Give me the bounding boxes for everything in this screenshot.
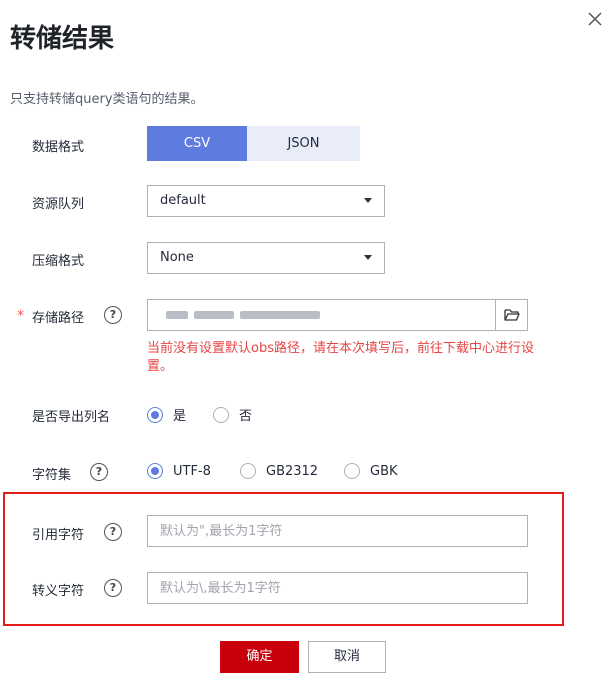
charset-utf8-label: UTF-8 xyxy=(173,463,211,479)
dialog-title: 转储结果 xyxy=(10,24,115,54)
quote-char-label: 引用字符 xyxy=(32,528,85,543)
escape-char-label: 转义字符 xyxy=(32,584,85,599)
radio-circle xyxy=(147,406,163,423)
charset-gbk-label: GBK xyxy=(370,463,398,479)
queue-select-value: default xyxy=(160,193,206,208)
quote-char-input[interactable] xyxy=(147,515,528,547)
path-redacted-segment xyxy=(166,311,188,319)
queue-label: 资源队列 xyxy=(32,197,85,212)
dropdown-arrow-icon xyxy=(364,255,372,260)
compression-select-value: None xyxy=(160,250,194,265)
escape-char-input[interactable] xyxy=(147,572,528,604)
radio-circle xyxy=(147,463,163,479)
close-icon[interactable] xyxy=(588,12,610,34)
export-no-label: 否 xyxy=(239,409,253,424)
confirm-button[interactable]: 确定 xyxy=(220,641,299,673)
help-icon[interactable]: ? xyxy=(104,523,122,541)
charset-label: 字符集 xyxy=(32,468,72,483)
storage-path-error: 当前没有设置默认obs路径，请在本次填写后，前往下载中心进行设置。 xyxy=(147,341,534,374)
radio-circle xyxy=(240,463,256,479)
dropdown-arrow-icon xyxy=(364,198,372,203)
format-csv-button[interactable]: CSV xyxy=(147,126,247,161)
radio-circle xyxy=(344,463,360,479)
highlight-box xyxy=(3,492,564,626)
charset-gbk-radio[interactable]: GBK xyxy=(344,463,398,479)
export-no-radio[interactable]: 否 xyxy=(213,405,252,424)
storage-path-input[interactable] xyxy=(147,299,496,331)
format-json-button[interactable]: JSON xyxy=(247,126,360,161)
compression-select[interactable]: None xyxy=(147,242,385,274)
charset-utf8-radio[interactable]: UTF-8 xyxy=(147,463,211,479)
compression-label: 压缩格式 xyxy=(32,254,85,269)
help-icon[interactable]: ? xyxy=(104,306,122,324)
path-redacted-segment xyxy=(194,311,234,319)
storage-path-label: 存储路径 xyxy=(32,311,85,326)
export-column-names-label: 是否导出列名 xyxy=(32,410,111,425)
radio-circle xyxy=(213,406,229,423)
export-yes-radio[interactable]: 是 xyxy=(147,405,186,424)
dialog-description: 只支持转储query类语句的结果。 xyxy=(10,92,204,107)
path-redacted-segment xyxy=(240,311,320,319)
required-mark: * xyxy=(17,308,24,324)
browse-folder-button[interactable] xyxy=(495,299,528,331)
charset-gb2312-label: GB2312 xyxy=(266,463,319,479)
folder-icon xyxy=(504,309,520,321)
help-icon[interactable]: ? xyxy=(104,579,122,597)
cancel-button[interactable]: 取消 xyxy=(308,641,386,673)
queue-select[interactable]: default xyxy=(147,185,385,217)
export-yes-label: 是 xyxy=(173,409,187,424)
data-format-label: 数据格式 xyxy=(32,140,85,155)
help-icon[interactable]: ? xyxy=(90,463,108,481)
charset-gb2312-radio[interactable]: GB2312 xyxy=(240,463,318,479)
